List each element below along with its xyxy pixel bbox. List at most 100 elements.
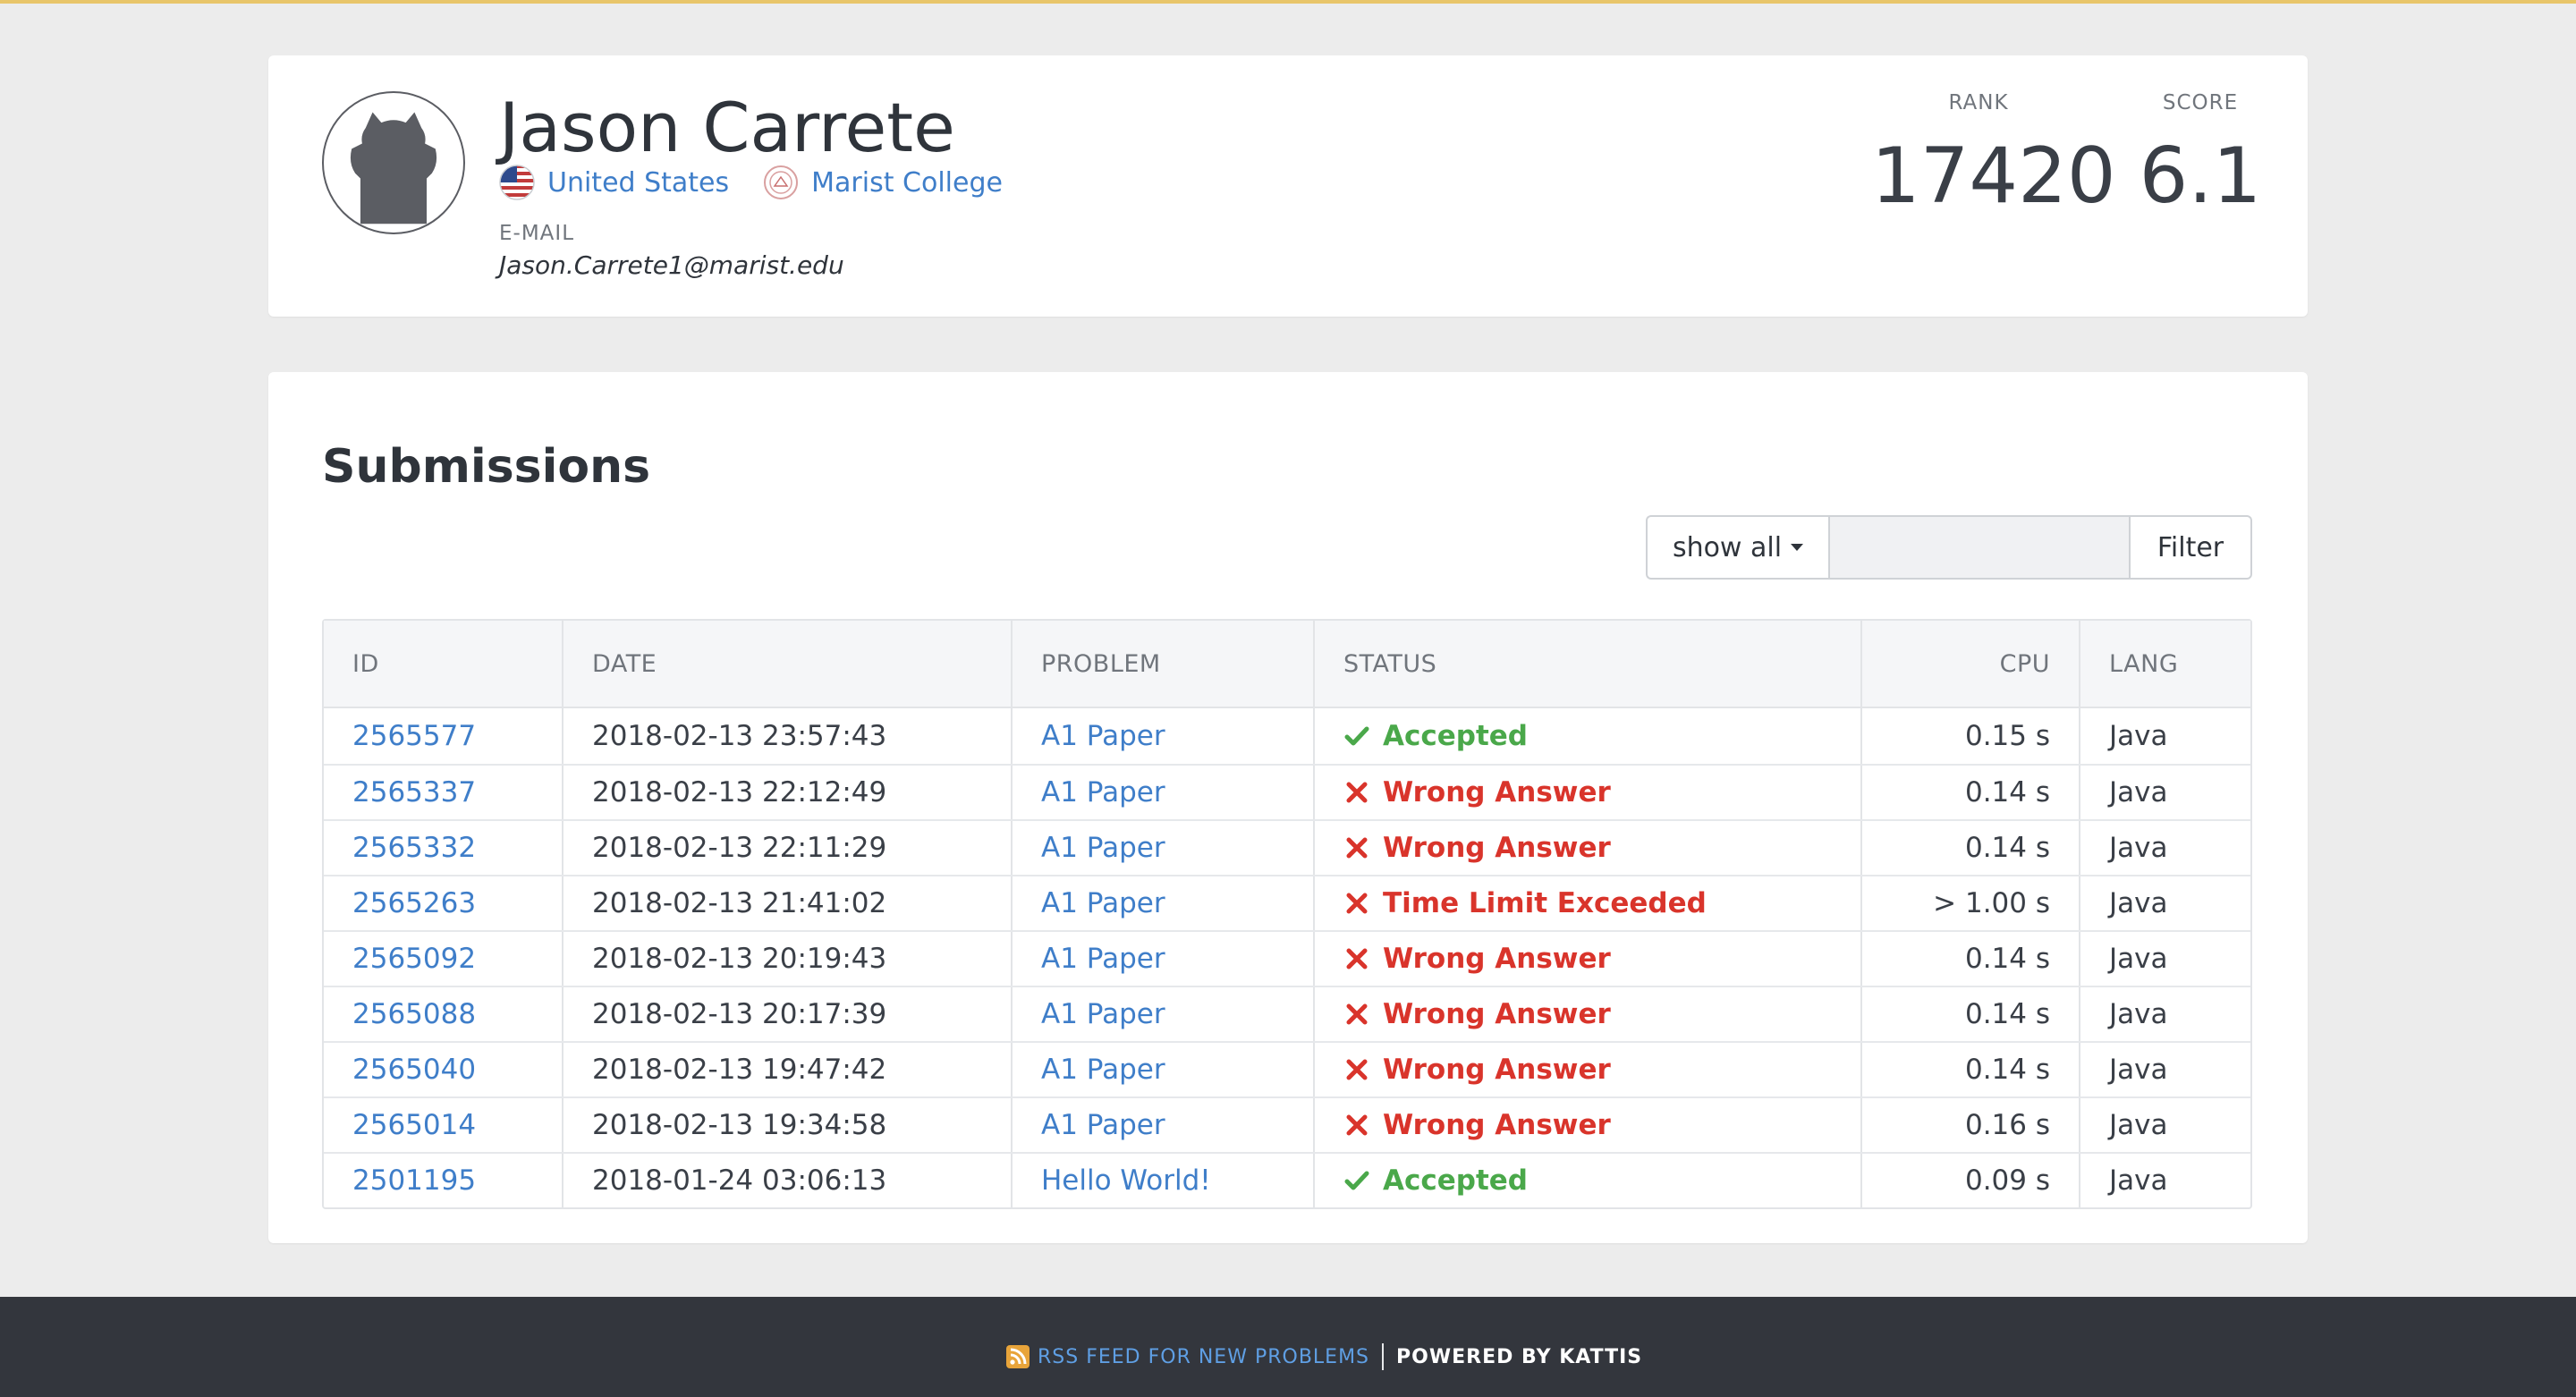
submission-date: 2018-02-13 21:41:02 [592, 887, 887, 919]
submissions-table: ID DATE PROBLEM STATUS CPU LANG 2565577 … [322, 619, 2252, 1209]
column-header-date[interactable]: DATE [562, 621, 1011, 707]
column-header-problem[interactable]: PROBLEM [1011, 621, 1313, 707]
table-row: 2565014 2018-02-13 19:34:58 A1 Paper Wro… [324, 1096, 2250, 1152]
cross-icon [1343, 1001, 1370, 1028]
submission-id-link[interactable]: 2501195 [352, 1164, 476, 1197]
column-header-status[interactable]: STATUS [1313, 621, 1860, 707]
table-row: 2565263 2018-02-13 21:41:02 A1 Paper Tim… [324, 875, 2250, 930]
problem-link[interactable]: A1 Paper [1041, 720, 1165, 752]
cross-icon [1343, 834, 1370, 861]
submission-date: 2018-02-13 19:34:58 [592, 1109, 887, 1141]
filter-bar: show all Filter [1646, 515, 2252, 580]
status-text: Wrong Answer [1383, 776, 1611, 809]
university-link[interactable]: Marist College [811, 167, 1003, 199]
filter-input[interactable] [1828, 515, 2131, 580]
email-label: E-MAIL [499, 222, 575, 245]
cross-icon [1343, 779, 1370, 806]
column-header-cpu[interactable]: CPU [1860, 621, 2079, 707]
cross-icon [1343, 945, 1370, 972]
language: Java [2109, 1054, 2168, 1086]
table-row: 2501195 2018-01-24 03:06:13 Hello World!… [324, 1152, 2250, 1207]
submissions-title: Submissions [322, 440, 651, 494]
table-row: 2565088 2018-02-13 20:17:39 A1 Paper Wro… [324, 986, 2250, 1041]
table-header: ID DATE PROBLEM STATUS CPU LANG [324, 621, 2250, 708]
status-text: Wrong Answer [1383, 1109, 1611, 1141]
language: Java [2109, 943, 2168, 975]
submissions-card: Submissions show all Filter ID DATE PROB… [268, 372, 2308, 1243]
table-row: 2565092 2018-02-13 20:19:43 A1 Paper Wro… [324, 930, 2250, 986]
table-row: 2565577 2018-02-13 23:57:43 A1 Paper Acc… [324, 708, 2250, 764]
submission-id-link[interactable]: 2565263 [352, 887, 476, 919]
submission-id-link[interactable]: 2565088 [352, 998, 476, 1030]
cross-icon [1343, 890, 1370, 917]
cpu-time: 0.14 s [1964, 943, 2050, 975]
top-accent-line [0, 0, 2576, 4]
us-flag-icon [499, 165, 535, 200]
problem-link[interactable]: A1 Paper [1041, 943, 1165, 975]
university[interactable]: Marist College [763, 165, 1003, 200]
rss-feed-link[interactable]: RSS FEED FOR NEW PROBLEMS [1038, 1346, 1369, 1368]
footer-divider [1382, 1343, 1385, 1370]
check-icon [1343, 723, 1370, 749]
problem-link[interactable]: A1 Paper [1041, 1054, 1165, 1086]
language: Java [2109, 720, 2168, 752]
cpu-time: 0.14 s [1964, 776, 2050, 809]
cpu-time: 0.14 s [1964, 1054, 2050, 1086]
footer-links: RSS FEED FOR NEW PROBLEMS POWERED BY KAT… [1005, 1343, 1642, 1370]
score-stat: SCORE 6.1 [2111, 91, 2290, 215]
email-value: Jason.Carrete1@marist.edu [499, 250, 844, 280]
user-name: Jason Carrete [499, 88, 955, 167]
language: Java [2109, 1109, 2168, 1141]
country-link[interactable]: United States [547, 167, 729, 199]
status-text: Wrong Answer [1383, 832, 1611, 864]
table-row: 2565337 2018-02-13 22:12:49 A1 Paper Wro… [324, 764, 2250, 819]
problem-link[interactable]: Hello World! [1041, 1164, 1211, 1197]
profile-card: Jason Carrete United States Marist Colle… [268, 55, 2308, 317]
submission-id-link[interactable]: 2565332 [352, 832, 476, 864]
submission-id-link[interactable]: 2565092 [352, 943, 476, 975]
avatar [322, 91, 465, 234]
table-row: 2565332 2018-02-13 22:11:29 A1 Paper Wro… [324, 819, 2250, 875]
submission-id-link[interactable]: 2565014 [352, 1109, 476, 1141]
submission-date: 2018-02-13 22:11:29 [592, 832, 887, 864]
table-body: 2565577 2018-02-13 23:57:43 A1 Paper Acc… [324, 708, 2250, 1207]
rank-stat: RANK 17420 [1871, 91, 2116, 221]
rss-icon [1006, 1345, 1030, 1368]
submission-date: 2018-01-24 03:06:13 [592, 1164, 887, 1197]
check-icon [1343, 1167, 1370, 1194]
submission-date: 2018-02-13 22:12:49 [592, 776, 887, 809]
powered-by-kattis: POWERED BY KATTIS [1396, 1345, 1643, 1368]
rank-label: RANK [1948, 91, 2009, 114]
language: Java [2109, 1164, 2168, 1197]
status-text: Accepted [1383, 720, 1528, 752]
column-header-id[interactable]: ID [324, 621, 562, 707]
cpu-time: 0.16 s [1964, 1109, 2050, 1141]
table-row: 2565040 2018-02-13 19:47:42 A1 Paper Wro… [324, 1041, 2250, 1096]
rank-value: 17420 [1871, 131, 2116, 221]
cross-icon [1343, 1112, 1370, 1139]
submission-date: 2018-02-13 20:17:39 [592, 998, 887, 1030]
chevron-down-icon [1791, 544, 1804, 551]
problem-link[interactable]: A1 Paper [1041, 1109, 1165, 1141]
column-header-lang[interactable]: LANG [2079, 621, 2250, 707]
footer: RSS FEED FOR NEW PROBLEMS POWERED BY KAT… [0, 1297, 2576, 1397]
problem-link[interactable]: A1 Paper [1041, 887, 1165, 919]
submission-id-link[interactable]: 2565337 [352, 776, 476, 809]
submission-date: 2018-02-13 23:57:43 [592, 720, 887, 752]
problem-link[interactable]: A1 Paper [1041, 776, 1165, 809]
score-label: SCORE [2162, 91, 2239, 114]
language: Java [2109, 998, 2168, 1030]
country[interactable]: United States [499, 165, 729, 200]
status-text: Wrong Answer [1383, 943, 1611, 975]
submission-id-link[interactable]: 2565040 [352, 1054, 476, 1086]
filter-button[interactable]: Filter [2131, 515, 2252, 580]
status-filter-dropdown[interactable]: show all [1646, 515, 1828, 580]
status-text: Wrong Answer [1383, 1054, 1611, 1086]
submission-id-link[interactable]: 2565577 [352, 720, 476, 752]
problem-link[interactable]: A1 Paper [1041, 832, 1165, 864]
problem-link[interactable]: A1 Paper [1041, 998, 1165, 1030]
language: Java [2109, 776, 2168, 809]
cat-avatar-icon [350, 112, 437, 224]
cpu-time: 0.14 s [1964, 832, 2050, 864]
cpu-time: > 1.00 s [1933, 887, 2050, 919]
